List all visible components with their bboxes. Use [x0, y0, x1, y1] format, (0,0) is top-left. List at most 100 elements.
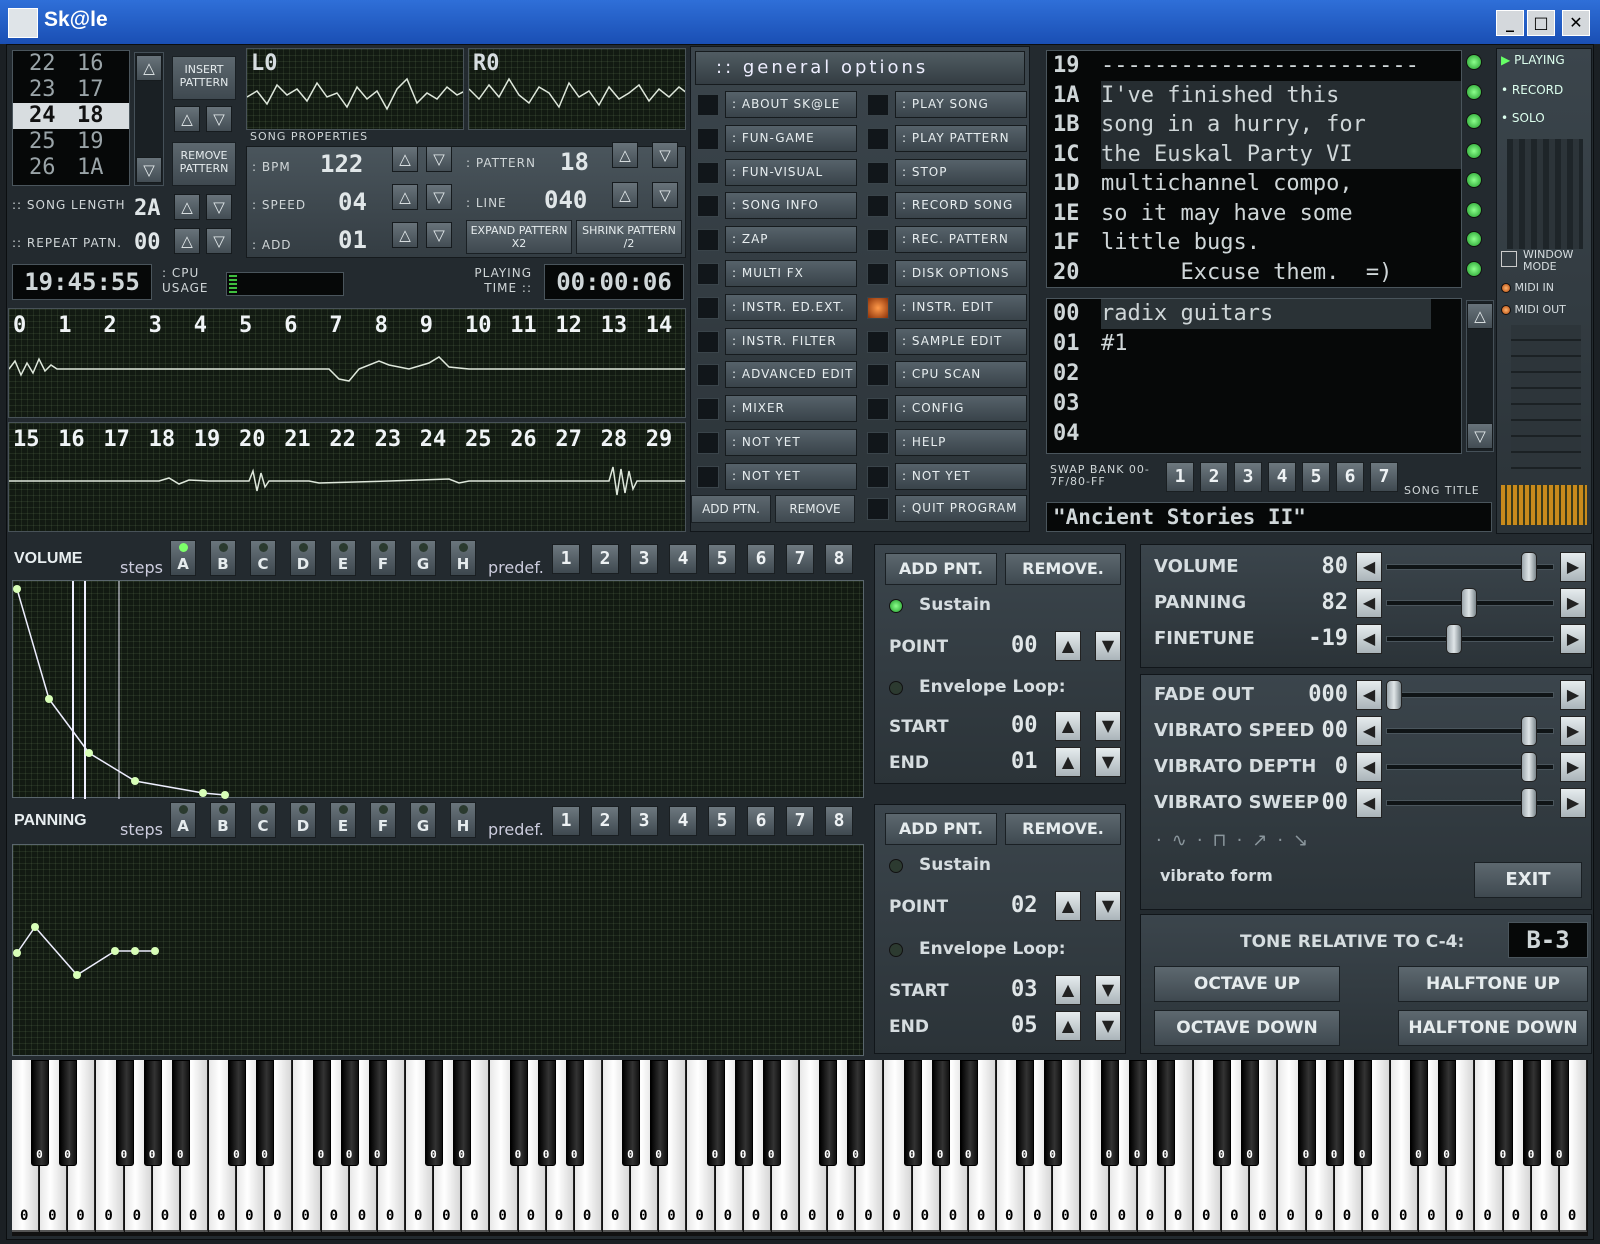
option-right-7[interactable]: : SAMPLE EDIT	[867, 327, 1027, 355]
option-checkbox[interactable]	[867, 161, 889, 184]
vibrato-depth-right-arrow-icon[interactable]: ▶	[1560, 752, 1586, 782]
repeat-patn-down-icon[interactable]: ▽	[206, 228, 232, 254]
instrument-list[interactable]: 00 01 02 03 04 radix guitars #1	[1046, 298, 1462, 454]
step-button-h[interactable]: H	[450, 802, 476, 838]
song-title-field[interactable]: "Ancient Stories II"	[1046, 502, 1492, 532]
piano-black-key[interactable]: 0	[1128, 1060, 1147, 1166]
panning-end-up-icon[interactable]: ▲	[1055, 1011, 1081, 1041]
piano-black-key[interactable]: 0	[565, 1060, 584, 1166]
option-left-10[interactable]: : NOT YET	[697, 429, 857, 456]
piano-black-key[interactable]: 0	[1100, 1060, 1119, 1166]
vibrato-depth-slider-knob[interactable]	[1521, 752, 1537, 782]
speed-up-icon[interactable]: △	[392, 184, 418, 210]
remove-pattern-button[interactable]: REMOVE PATTERN	[172, 142, 236, 186]
option-checkbox[interactable]	[697, 229, 719, 252]
volume-end-up-icon[interactable]: ▲	[1055, 747, 1081, 777]
piano-black-key[interactable]: 0	[228, 1060, 247, 1166]
order-up-icon[interactable]: △	[174, 106, 200, 132]
volume-envelope-graph[interactable]	[12, 580, 864, 799]
volume-point-up-icon[interactable]: ▲	[1055, 631, 1081, 661]
option-right-3[interactable]: : RECORD SONG	[867, 192, 1027, 220]
piano-black-key[interactable]: 0	[143, 1060, 162, 1166]
octave-down-button[interactable]: OCTAVE DOWN	[1154, 1010, 1340, 1046]
step-button-d[interactable]: D	[290, 802, 316, 838]
vibrato-depth-left-arrow-icon[interactable]: ◀	[1356, 752, 1382, 782]
panning-slider-knob[interactable]	[1461, 588, 1477, 618]
predef-button-7[interactable]: 7	[786, 544, 814, 574]
volume-remove-point-button[interactable]: REMOVE.	[1005, 553, 1121, 585]
volume-slider-knob[interactable]	[1521, 552, 1537, 582]
option-right-8[interactable]: : CPU SCAN	[867, 361, 1027, 389]
panning-end-down-icon[interactable]: ▼	[1095, 1011, 1121, 1041]
bank-button-3[interactable]: 3	[1234, 462, 1262, 492]
predef-button-2[interactable]: 2	[591, 806, 619, 836]
quit-program-option[interactable]: : QUIT PROGRAM	[867, 495, 1027, 522]
vibrato-speed-left-arrow-icon[interactable]: ◀	[1356, 716, 1382, 746]
option-checkbox[interactable]	[867, 296, 889, 319]
option-right-0[interactable]: : PLAY SONG	[867, 91, 1027, 118]
piano-black-key[interactable]: 0	[509, 1060, 528, 1166]
piano-black-key[interactable]: 0	[1213, 1060, 1232, 1166]
instrument-name[interactable]: radix guitars	[1101, 299, 1431, 329]
song-info-line[interactable]: multichannel compo,	[1101, 169, 1461, 199]
option-checkbox[interactable]	[867, 432, 889, 454]
panning-point-up-icon[interactable]: ▲	[1055, 891, 1081, 921]
repeat-patn-up-icon[interactable]: △	[174, 228, 200, 254]
option-right-4[interactable]: : REC. PATTERN	[867, 226, 1027, 254]
scroll-down-arrow-icon[interactable]: ▽	[136, 157, 162, 183]
piano-black-key[interactable]: 0	[340, 1060, 359, 1166]
vibrato-speed-right-arrow-icon[interactable]: ▶	[1560, 716, 1586, 746]
instrument-scroll-down-icon[interactable]: ▽	[1467, 423, 1493, 449]
piano-black-key[interactable]: 0	[1410, 1060, 1429, 1166]
playing-indicator[interactable]: ▶ PLAYING	[1501, 53, 1565, 67]
volume-left-arrow-icon[interactable]: ◀	[1356, 552, 1382, 582]
piano-black-key[interactable]: 0	[1016, 1060, 1035, 1166]
piano-black-key[interactable]: 0	[734, 1060, 753, 1166]
insert-pattern-button[interactable]: INSERT PATTERN	[172, 56, 236, 100]
song-info-line[interactable]: I've finished this	[1101, 80, 1461, 110]
bpm-down-icon[interactable]: ▽	[426, 146, 452, 172]
line-up-icon[interactable]: △	[612, 182, 638, 208]
window-mode-button[interactable]: WINDOW MODE	[1501, 249, 1587, 273]
octave-up-button[interactable]: OCTAVE UP	[1154, 966, 1340, 1002]
song-info-line-led[interactable]	[1466, 260, 1482, 277]
option-checkbox[interactable]	[697, 432, 719, 454]
predef-button-2[interactable]: 2	[591, 544, 619, 574]
pattern-order-row[interactable]: 25 19	[13, 129, 129, 155]
song-info-line-led[interactable]	[1466, 231, 1482, 247]
order-down-icon[interactable]: ▽	[206, 106, 232, 132]
vibrato-sine-icon[interactable]: ·∿	[1156, 830, 1197, 851]
step-button-f[interactable]: F	[370, 540, 396, 576]
option-right-5[interactable]: : DISK OPTIONS	[867, 260, 1027, 287]
piano-black-key[interactable]: 0	[453, 1060, 472, 1166]
predef-button-6[interactable]: 6	[747, 806, 775, 836]
exit-button[interactable]: EXIT	[1474, 862, 1582, 898]
volume-point-down-icon[interactable]: ▼	[1095, 631, 1121, 661]
option-checkbox[interactable]	[867, 263, 889, 285]
bank-button-1[interactable]: 1	[1166, 462, 1194, 492]
option-left-1[interactable]: : FUN-GAME	[697, 124, 857, 152]
option-checkbox[interactable]	[697, 161, 719, 184]
piano-black-key[interactable]: 0	[931, 1060, 950, 1166]
piano-black-key[interactable]: 0	[1550, 1060, 1569, 1166]
volume-sustain-led[interactable]	[889, 599, 903, 613]
piano-black-key[interactable]: 0	[1353, 1060, 1372, 1166]
predef-button-5[interactable]: 5	[708, 544, 736, 574]
shrink-pattern-button[interactable]: SHRINK PATTERN /2	[576, 220, 682, 254]
vibrato-sweep-left-arrow-icon[interactable]: ◀	[1356, 788, 1382, 818]
song-length-up-icon[interactable]: △	[174, 194, 200, 220]
predef-button-4[interactable]: 4	[669, 806, 697, 836]
instrument-scroll-up-icon[interactable]: △	[1467, 303, 1493, 329]
predef-button-3[interactable]: 3	[630, 544, 658, 574]
piano-black-key[interactable]: 0	[1241, 1060, 1260, 1166]
bank-button-2[interactable]: 2	[1200, 462, 1228, 492]
predef-button-1[interactable]: 1	[552, 544, 580, 574]
option-checkbox[interactable]	[867, 127, 889, 150]
option-checkbox[interactable]	[867, 330, 889, 353]
panning-right-arrow-icon[interactable]: ▶	[1560, 588, 1586, 618]
piano-black-key[interactable]: 0	[847, 1060, 866, 1166]
vibrato-ramp-down-icon[interactable]: ·↘	[1277, 830, 1318, 851]
option-left-8[interactable]: : ADVANCED EDIT	[697, 361, 857, 389]
option-left-6[interactable]: : INSTR. ED.EXT.	[697, 293, 857, 321]
option-left-3[interactable]: : SONG INFO	[697, 192, 857, 220]
